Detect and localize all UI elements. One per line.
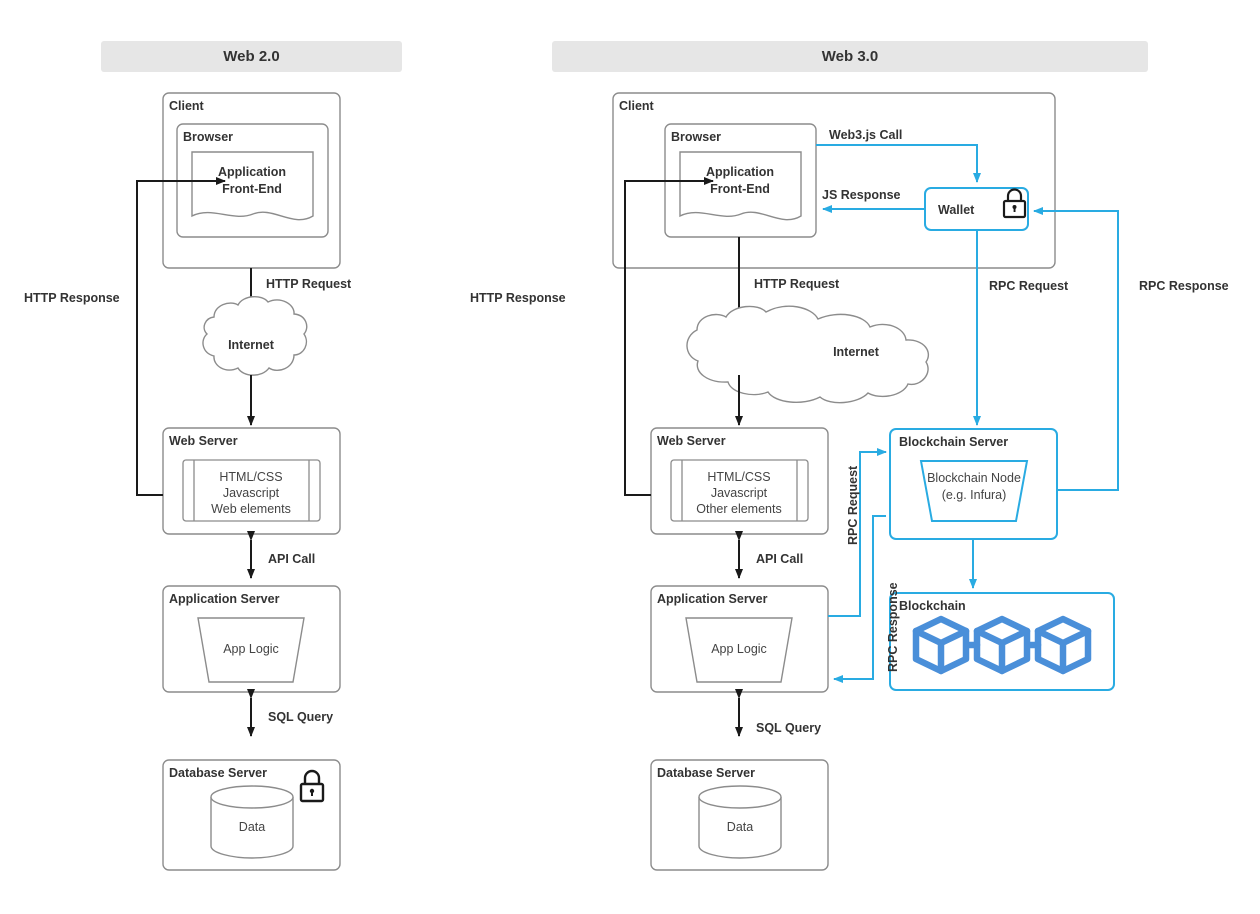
- web2-web-assets-line1: HTML/CSS: [219, 470, 283, 484]
- web3-http-request-label: HTTP Request: [754, 277, 840, 291]
- web3-rpc-response-mid-label: RPC Response: [886, 582, 900, 672]
- web3-blockchain-label: Blockchain: [899, 599, 966, 613]
- web2-web-assets-line2: Javascript: [222, 486, 280, 500]
- web2-browser-label: Browser: [183, 130, 234, 144]
- web3-http-response-label: HTTP Response: [470, 291, 566, 305]
- web2-web-server-label: Web Server: [169, 434, 238, 448]
- web2-frontend-line2: Front-End: [222, 182, 282, 196]
- web2-web-assets-line3: Web elements: [211, 502, 291, 516]
- web3-web-assets-line2: Javascript: [710, 486, 768, 500]
- web2-sql-query-label: SQL Query: [268, 710, 334, 724]
- web3-web-server-label: Web Server: [657, 434, 726, 448]
- web3-rpc-response-top-label: RPC Response: [1139, 279, 1229, 293]
- web3-app-server-label: Application Server: [657, 592, 768, 606]
- web3-data-label: Data: [726, 820, 754, 834]
- web3-app-logic-label: App Logic: [711, 642, 767, 656]
- web3-db-server-label: Database Server: [657, 766, 755, 780]
- web3-sql-query-label: SQL Query: [756, 721, 822, 735]
- diagram-canvas: Web 2.0 Web 3.0 Client Browser Applicati…: [0, 0, 1260, 914]
- web2-data-label: Data: [238, 820, 266, 834]
- web2-frontend-line1: Application: [217, 165, 287, 179]
- web2-api-call-label: API Call: [268, 552, 316, 566]
- web3-rpc-request-top-label: RPC Request: [989, 279, 1069, 293]
- web3-blockchain-node-line2: (e.g. Infura): [941, 488, 1007, 502]
- web3-client-label: Client: [619, 99, 654, 113]
- web3-frontend-line2: Front-End: [710, 182, 770, 196]
- web3-js-response-label: JS Response: [822, 188, 901, 202]
- web3-blockchain-server-label: Blockchain Server: [899, 435, 1009, 449]
- web2-http-response-label: HTTP Response: [24, 291, 120, 305]
- web3-rpc-request-mid-label: RPC Request: [846, 465, 860, 545]
- web3-blockchain-node-line1: Blockchain Node: [927, 471, 1021, 485]
- web2-app-server-label: Application Server: [169, 592, 280, 606]
- web3-frontend-line1: Application: [705, 165, 775, 179]
- web3-internet-label: Internet: [833, 345, 879, 359]
- web2-db-server-label: Database Server: [169, 766, 267, 780]
- web2-internet-label: Internet: [228, 338, 274, 352]
- web3-wallet-label: Wallet: [938, 203, 975, 217]
- web3-web-assets-line1: HTML/CSS: [707, 470, 771, 484]
- web3-web-assets-line3: Other elements: [696, 502, 782, 516]
- web2-client-label: Client: [169, 99, 204, 113]
- web2-app-logic-label: App Logic: [223, 642, 279, 656]
- web3-browser-label: Browser: [671, 130, 722, 144]
- web3-web3js-call-label: Web3.js Call: [829, 128, 903, 142]
- web3-api-call-label: API Call: [756, 552, 804, 566]
- web2-http-request-label: HTTP Request: [266, 277, 352, 291]
